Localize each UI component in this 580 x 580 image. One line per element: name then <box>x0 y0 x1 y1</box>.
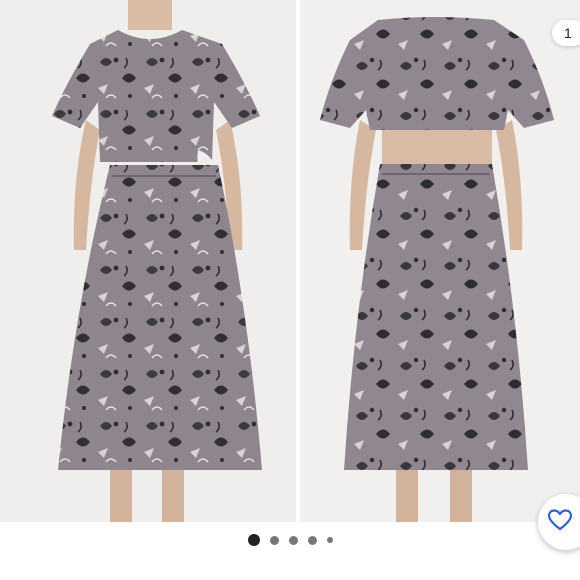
dress-back-illustration <box>320 17 554 522</box>
product-image-gallery[interactable]: 1 <box>0 0 580 522</box>
carousel-dot-1[interactable] <box>247 534 260 546</box>
dress-back-photo[interactable] <box>300 0 580 522</box>
image-counter-text: 1 <box>564 25 572 41</box>
image-counter-badge: 1 <box>552 20 580 46</box>
dress-front-illustration <box>52 0 262 522</box>
carousel-dot-3[interactable] <box>288 535 298 545</box>
carousel-pagination <box>0 532 580 548</box>
carousel-dot-5[interactable] <box>326 537 333 543</box>
dress-front-photo[interactable] <box>0 0 296 522</box>
carousel-dot-4[interactable] <box>307 535 317 545</box>
carousel-dot-2[interactable] <box>269 535 279 545</box>
